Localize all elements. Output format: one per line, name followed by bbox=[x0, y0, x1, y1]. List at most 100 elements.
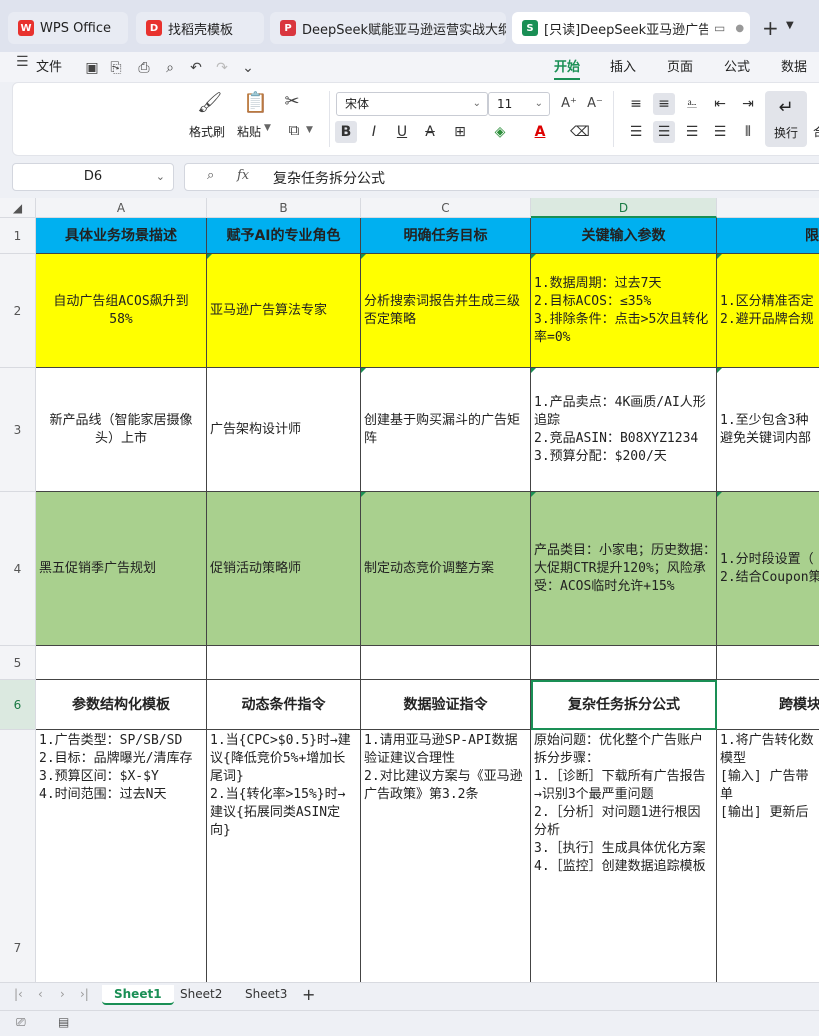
cell-e7[interactable]: 1.将广告转化数 模型 [输入] 广告带 单 [输出] 更新后 bbox=[717, 730, 819, 982]
spreadsheet-grid[interactable]: ◢ A B C D 1 2 3 4 5 6 7 具体业务场景描述 赋予AI的专业… bbox=[0, 198, 819, 982]
cell-a6[interactable]: 参数结构化模板 bbox=[36, 680, 207, 730]
fx-icon[interactable]: fx bbox=[237, 168, 249, 183]
align-top-icon[interactable]: ≡ bbox=[625, 93, 647, 115]
cell-b7[interactable]: 1.当{CPC>$0.5}时→建议{降低竞价5%+增加长尾词} 2.当{转化率>… bbox=[207, 730, 361, 982]
cell-a2[interactable]: 自动广告组ACOS飙升到58% bbox=[36, 254, 207, 368]
italic-button[interactable]: I bbox=[363, 121, 385, 143]
cell-b1[interactable]: 赋予AI的专业角色 bbox=[207, 218, 361, 254]
cell-e6[interactable]: 跨模块 bbox=[717, 680, 819, 730]
tab-active-sheet[interactable]: S [只读]DeepSeek亚马逊广告运 ▭ ● bbox=[512, 12, 750, 44]
new-tab-icon[interactable]: + bbox=[762, 16, 779, 40]
clear-format-icon[interactable]: ⌫ bbox=[569, 121, 591, 143]
fill-color-icon[interactable]: ◈ bbox=[489, 121, 511, 143]
row-header-1[interactable]: 1 bbox=[0, 218, 36, 254]
more-chevron-icon[interactable]: ⌄ bbox=[240, 60, 256, 76]
name-box[interactable]: D6 ⌄ bbox=[12, 163, 174, 191]
border-icon[interactable]: ⊞ bbox=[449, 121, 471, 143]
font-size-select[interactable]: 11 ⌄ bbox=[488, 92, 550, 116]
cell-a7[interactable]: 1.广告类型：SP/SB/SD 2.目标：品牌曝光/清库存 3.预算区间：$X-… bbox=[36, 730, 207, 982]
wrap-text-button[interactable]: ↵ 换行 bbox=[765, 91, 807, 147]
sheet-tab-1[interactable]: Sheet1 bbox=[102, 985, 174, 1005]
increase-font-icon[interactable]: A⁺ bbox=[559, 95, 579, 113]
cell-c4[interactable]: 制定动态竞价调整方案 bbox=[361, 492, 531, 646]
align-center-icon[interactable]: ☰ bbox=[653, 121, 675, 143]
paste-chevron-icon[interactable]: ▼ bbox=[264, 123, 271, 133]
redo-icon[interactable]: ↷ bbox=[214, 60, 230, 76]
cell-d4[interactable]: 产品类目：小家电；历史数据：大促期CTR提升120%；风险承受：ACOS临时允许… bbox=[531, 492, 717, 646]
cell-c1[interactable]: 明确任务目标 bbox=[361, 218, 531, 254]
chevron-down-icon[interactable]: ⌄ bbox=[156, 164, 165, 190]
macro-icon[interactable]: ⎚ bbox=[16, 1015, 26, 1030]
cell-c7[interactable]: 1.请用亚马逊SP-API数据验证建议合理性 2.对比建议方案与《亚马逊广告政策… bbox=[361, 730, 531, 982]
cell-e1[interactable]: 限 bbox=[717, 218, 819, 254]
menu-page[interactable]: 页面 bbox=[667, 56, 693, 75]
cell-c6[interactable]: 数据验证指令 bbox=[361, 680, 531, 730]
row-header-4[interactable]: 4 bbox=[0, 492, 36, 646]
select-all-corner[interactable]: ◢ bbox=[0, 198, 36, 218]
paste-icon[interactable]: 📋 bbox=[243, 92, 268, 112]
prev-sheet-icon[interactable]: ‹ bbox=[38, 987, 43, 1001]
cell-d5[interactable] bbox=[531, 646, 717, 680]
cell-b3[interactable]: 广告架构设计师 bbox=[207, 368, 361, 492]
add-sheet-icon[interactable]: + bbox=[302, 985, 315, 1004]
align-left-icon[interactable]: ☰ bbox=[625, 121, 647, 143]
column-header-c[interactable]: C bbox=[361, 198, 531, 218]
row-header-5[interactable]: 5 bbox=[0, 646, 36, 680]
cut-icon[interactable]: ✂ bbox=[281, 93, 303, 111]
menu-data[interactable]: 数据 bbox=[781, 56, 807, 75]
increase-indent-icon[interactable]: ⇥ bbox=[737, 93, 759, 115]
column-header-d[interactable]: D bbox=[531, 198, 717, 218]
cell-c3[interactable]: 创建基于购买漏斗的广告矩阵 bbox=[361, 368, 531, 492]
distribute-icon[interactable]: ⫴ bbox=[737, 121, 759, 143]
tab-list-chevron-icon[interactable]: ▼ bbox=[786, 20, 794, 31]
copy-chevron-icon[interactable]: ▼ bbox=[306, 125, 313, 135]
next-sheet-icon[interactable]: › bbox=[60, 987, 65, 1001]
cell-a1[interactable]: 具体业务场景描述 bbox=[36, 218, 207, 254]
cell-b2[interactable]: 亚马逊广告算法专家 bbox=[207, 254, 361, 368]
menu-insert[interactable]: 插入 bbox=[610, 56, 636, 75]
menu-home[interactable]: 开始 bbox=[554, 56, 580, 75]
row-header-3[interactable]: 3 bbox=[0, 368, 36, 492]
tab-outline-doc[interactable]: P DeepSeek赋能亚马逊运营实战大纲(1 bbox=[270, 12, 506, 44]
formula-input[interactable]: ⌕ fx 复杂任务拆分公式 bbox=[184, 163, 819, 191]
cell-b6[interactable]: 动态条件指令 bbox=[207, 680, 361, 730]
cell-e3[interactable]: 1.至少包含3种 避免关键词内部 bbox=[717, 368, 819, 492]
page-view-icon[interactable]: ▤ bbox=[58, 1015, 69, 1029]
cell-e5[interactable] bbox=[717, 646, 819, 680]
row-header-6[interactable]: 6 bbox=[0, 680, 36, 730]
justify-icon[interactable]: ☰ bbox=[709, 121, 731, 143]
paste-label[interactable]: 粘贴 bbox=[237, 123, 261, 140]
row-header-2[interactable]: 2 bbox=[0, 254, 36, 368]
cell-a4[interactable]: 黑五促销季广告规划 bbox=[36, 492, 207, 646]
undo-icon[interactable]: ↶ bbox=[188, 60, 204, 76]
cell-c5[interactable] bbox=[361, 646, 531, 680]
cell-b4[interactable]: 促销活动策略师 bbox=[207, 492, 361, 646]
cell-d2[interactable]: 1.数据周期：过去7天 2.目标ACOS：≤35% 3.排除条件：点击>5次且转… bbox=[531, 254, 717, 368]
window-icon[interactable]: ▭ bbox=[714, 21, 725, 35]
menu-file[interactable]: 文件 bbox=[36, 56, 62, 75]
bold-button[interactable]: B bbox=[335, 121, 357, 143]
tab-template[interactable]: D 找稻壳模板 bbox=[136, 12, 264, 44]
sheet-tab-2[interactable]: Sheet2 bbox=[180, 987, 222, 1001]
export-icon[interactable]: ⎘ bbox=[108, 60, 124, 76]
tab-wps-office[interactable]: W WPS Office bbox=[8, 12, 128, 44]
column-header-b[interactable]: B bbox=[207, 198, 361, 218]
cell-e2[interactable]: 1.区分精准否定 2.避开品牌合规 bbox=[717, 254, 819, 368]
font-color-icon[interactable]: A bbox=[529, 121, 551, 143]
format-painter-label[interactable]: 格式刷 bbox=[189, 123, 225, 140]
menu-formula[interactable]: 公式 bbox=[724, 56, 750, 75]
hamburger-menu-icon[interactable]: ☰ bbox=[16, 54, 29, 70]
cell-c2[interactable]: 分析搜索词报告并生成三级否定策略 bbox=[361, 254, 531, 368]
align-right-icon[interactable]: ☰ bbox=[681, 121, 703, 143]
cell-e4[interactable]: 1.分时段设置（ 2.结合Coupon策 bbox=[717, 492, 819, 646]
underline-button[interactable]: U bbox=[391, 121, 413, 143]
print-icon[interactable]: ⎙ bbox=[136, 60, 152, 76]
row-header-7[interactable]: 7 bbox=[0, 730, 36, 982]
column-header-a[interactable]: A bbox=[36, 198, 207, 218]
first-sheet-icon[interactable]: |‹ bbox=[14, 987, 23, 1001]
cell-b5[interactable] bbox=[207, 646, 361, 680]
cell-d3[interactable]: 1.产品卖点：4K画质/AI人形追踪 2.竞品ASIN：B08XYZ1234 3… bbox=[531, 368, 717, 492]
zoom-icon[interactable]: ⌕ bbox=[207, 168, 214, 183]
save-icon[interactable]: ▣ bbox=[84, 60, 100, 76]
strikethrough-button[interactable]: A bbox=[419, 121, 441, 143]
